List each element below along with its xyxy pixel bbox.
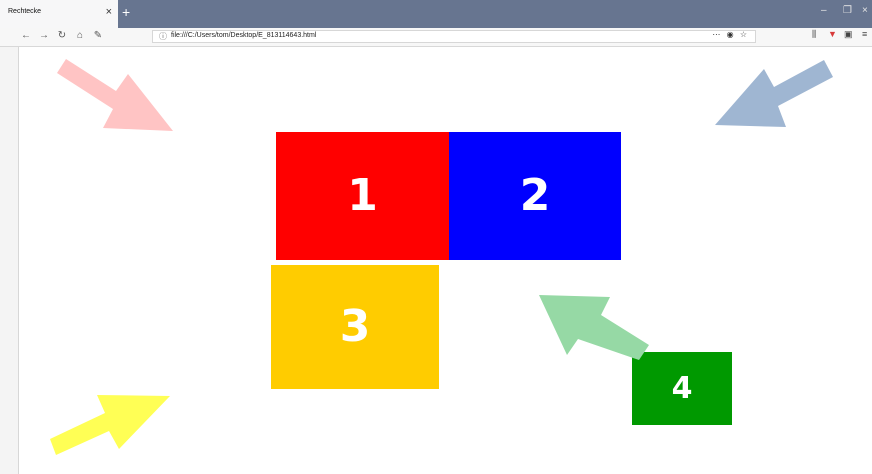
arrow-blue-icon — [715, 60, 833, 127]
url-bar[interactable]: ⓘ file:///C:/Users/tom/Desktop/E_8131146… — [152, 30, 756, 43]
arrows-layer — [50, 59, 833, 455]
minimize-button[interactable]: – — [821, 5, 827, 16]
arrow-pink-icon — [57, 59, 173, 131]
page-actions[interactable]: ⋯ ◉ ☆ — [712, 30, 749, 39]
library-icon[interactable]: ⫼ — [812, 29, 816, 40]
arrow-green-icon — [539, 295, 649, 360]
customize-icon[interactable]: ✎ — [91, 29, 105, 43]
tab-title: Rechtecke — [8, 8, 42, 15]
close-window-button[interactable]: × — [862, 5, 868, 16]
restore-button[interactable]: ❐ — [843, 5, 852, 16]
forward-icon[interactable]: → — [37, 29, 51, 43]
back-icon[interactable]: ← — [19, 29, 33, 43]
sidebar-icon[interactable]: ▣ — [844, 29, 853, 40]
page-left-edge — [0, 0, 19, 474]
tab-close-icon[interactable]: × — [106, 6, 112, 18]
menu-icon[interactable]: ≡ — [862, 29, 867, 39]
page-canvas: 1 2 3 4 — [19, 47, 872, 474]
arrow-yellow-icon — [50, 395, 170, 455]
new-tab-button[interactable]: + — [122, 4, 130, 20]
reload-icon[interactable]: ↻ — [55, 29, 69, 43]
url-text[interactable]: file:///C:/Users/tom/Desktop/E_813114643… — [171, 32, 316, 39]
tab-rechtecke[interactable]: Rechtecke × — [0, 0, 118, 28]
home-icon[interactable]: ⌂ — [73, 29, 87, 43]
shield-icon[interactable]: ▼ — [828, 29, 837, 39]
site-info-icon[interactable]: ⓘ — [159, 31, 167, 42]
tab-bar: Rechtecke × + – ❐ × — [0, 0, 872, 28]
nav-toolbar: ← → ↻ ⌂ ✎ ⓘ file:///C:/Users/tom/Desktop… — [0, 28, 872, 47]
